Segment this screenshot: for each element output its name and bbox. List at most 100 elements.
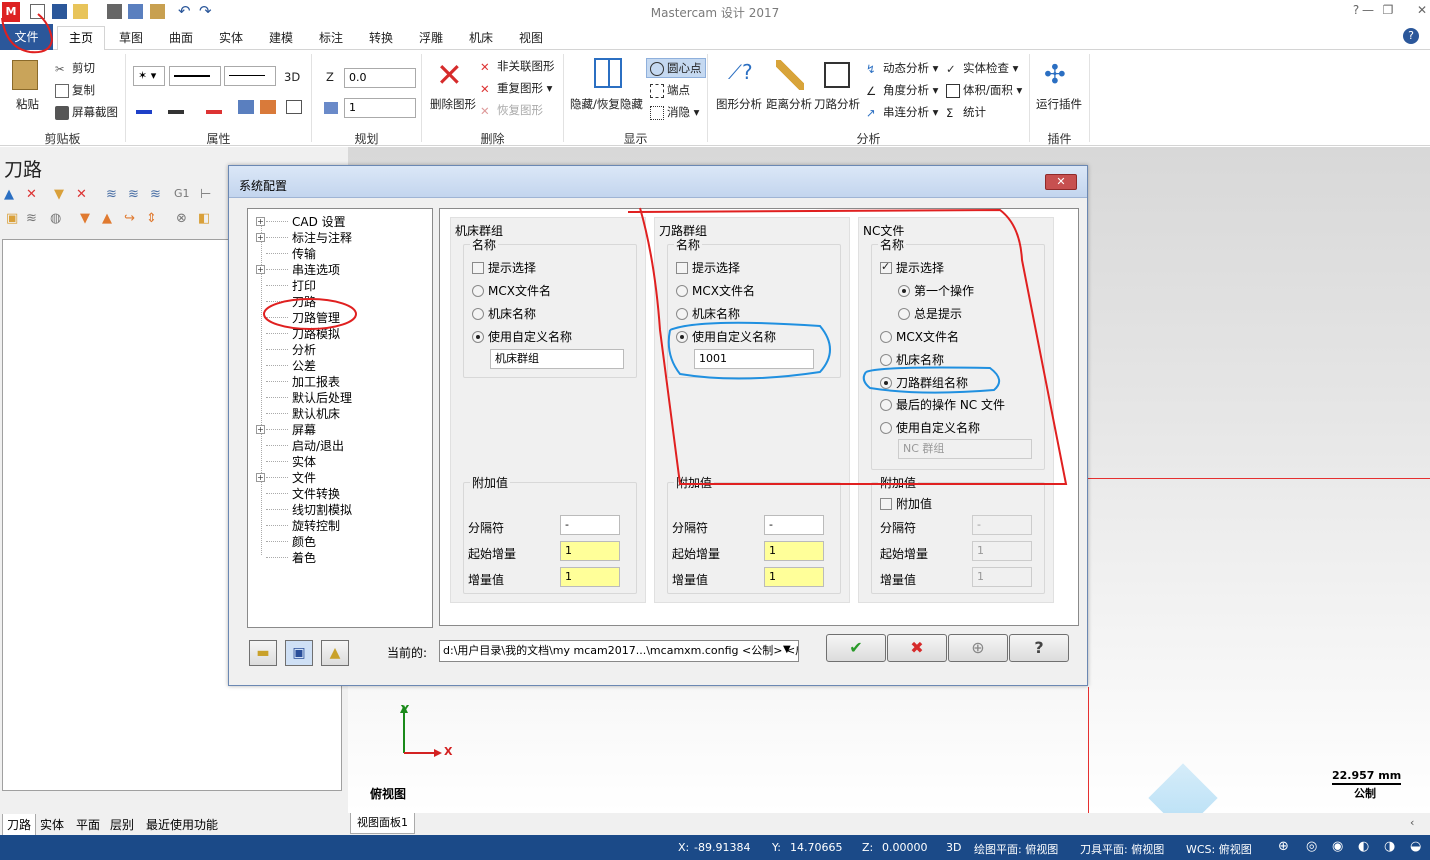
toolpath-prompt-checkbox[interactable]: 提示选择 [676, 259, 740, 276]
nc-machine-radio[interactable]: 机床名称 [880, 351, 944, 368]
tree-item[interactable]: 着色 [292, 549, 316, 566]
tree-item[interactable]: 默认后处理 [292, 389, 352, 406]
distance-analysis-button[interactable]: 距离分析 [766, 96, 812, 112]
tab-surface[interactable]: 曲面 [160, 28, 202, 50]
wireframe-icon[interactable]: ◎ [1306, 839, 1317, 854]
dialog-title-bar[interactable]: 系统配置 ✕ [229, 166, 1087, 198]
unassociated-button[interactable]: ✕ 非关联图形 [480, 58, 555, 74]
dropdown-arrow-icon[interactable]: ▼ [783, 644, 791, 655]
cancel-button[interactable]: ✖ [887, 634, 947, 662]
machine-custom-input[interactable]: 机床群组 [490, 349, 624, 369]
line-width-select[interactable] [224, 66, 276, 86]
tree-item[interactable]: 旋转控制 [292, 517, 340, 534]
tab-dimension[interactable]: 标注 [310, 28, 352, 50]
level-input[interactable]: 1 [344, 98, 416, 118]
backplot-icon[interactable]: ≋ [106, 187, 117, 202]
tree-item[interactable]: 打印 [292, 277, 316, 294]
tree-expand-icon[interactable]: + [256, 265, 265, 274]
nc-addon-checkbox[interactable]: 附加值 [880, 495, 932, 512]
regenerate-icon[interactable]: ▼ [54, 187, 64, 202]
post-g1-icon[interactable]: G1 [174, 187, 190, 200]
panel-tab-recent[interactable]: 最近使用功能 [146, 816, 218, 833]
current-config-select[interactable]: d:\用户目录\我的文档\my mcam2017...\mcamxm.confi… [439, 640, 799, 662]
statistics-button[interactable]: Σ 统计 [946, 104, 986, 120]
tab-sketch[interactable]: 草图 [110, 28, 152, 50]
tree-item[interactable]: 实体 [292, 453, 316, 470]
attributes-manager-icon[interactable] [286, 100, 302, 114]
angle-analysis-button[interactable]: ∠ 角度分析 ▾ [866, 82, 938, 98]
fill-color-icon[interactable] [168, 100, 184, 114]
color-icon[interactable] [136, 100, 152, 114]
tree-item[interactable]: CAD 设置 [292, 213, 346, 230]
tree-item[interactable]: 线切割模拟 [292, 501, 352, 518]
endpoints-button[interactable]: 端点 [650, 82, 690, 98]
nc-mcx-radio[interactable]: MCX文件名 [880, 328, 959, 345]
tab-model[interactable]: 建模 [260, 28, 302, 50]
machine-mcx-radio[interactable]: MCX文件名 [472, 282, 551, 299]
nc-last-op-radio[interactable]: 最后的操作 NC 文件 [880, 396, 1005, 413]
z-depth-input[interactable]: 0.0 [344, 68, 416, 88]
mode-3d-toggle[interactable]: 3D [284, 70, 300, 84]
tree-item[interactable]: 屏幕 [292, 421, 316, 438]
translucent-icon[interactable]: ◐ [1358, 839, 1369, 854]
tree-item[interactable]: 加工报表 [292, 373, 340, 390]
toolpath-mcx-radio[interactable]: MCX文件名 [676, 282, 755, 299]
tab-view[interactable]: 视图 [510, 28, 552, 50]
center-point-button[interactable]: 圆心点 [646, 58, 706, 78]
collapse-all-icon[interactable]: ◧ [198, 211, 210, 226]
select-all-icon[interactable]: ▲ [4, 187, 14, 202]
help-icon[interactable]: ? [1403, 28, 1419, 44]
merge-config-button[interactable]: ▲ [321, 640, 349, 666]
restore-button[interactable]: ❐ [1378, 3, 1398, 17]
regen-dirty-icon[interactable]: ✕ [76, 187, 87, 202]
tree-item[interactable]: 串连选项 [292, 261, 340, 278]
move-down-icon[interactable]: ▼ [80, 211, 90, 226]
dialog-help-button[interactable]: ? [1009, 634, 1069, 662]
shaded-icon[interactable]: ◉ [1332, 839, 1343, 854]
globe-icon[interactable]: ⊕ [1278, 839, 1289, 854]
toolpath-start-input[interactable]: 1 [764, 541, 824, 561]
panel-tab-levels[interactable]: 层别 [110, 816, 134, 833]
save-config-button[interactable]: ▣ [285, 640, 313, 666]
distance-ruler-icon[interactable] [776, 60, 804, 90]
tree-item[interactable]: 刀路模拟 [292, 325, 340, 342]
tree-item[interactable]: 标注与注释 [292, 229, 352, 246]
toggle-post-icon[interactable]: ◍ [50, 211, 61, 226]
machine-start-input[interactable]: 1 [560, 541, 620, 561]
paste-button[interactable]: 粘贴 [16, 96, 39, 112]
tree-item[interactable]: 传输 [292, 245, 316, 262]
run-addin-button[interactable]: 运行插件 [1036, 96, 1082, 112]
edges-icon[interactable]: ◒ [1410, 839, 1421, 854]
apply-button[interactable]: ⊕ [948, 634, 1008, 662]
tree-item[interactable]: 刀路管理 [292, 309, 340, 326]
chain-analysis-button[interactable]: ↗ 串连分析 ▾ [866, 104, 938, 120]
dialog-close-button[interactable]: ✕ [1045, 174, 1077, 190]
move-up-icon[interactable]: ▲ [102, 211, 112, 226]
entity-analysis-icon[interactable]: ⟋? [728, 60, 756, 90]
panel-tab-toolpaths[interactable]: 刀路 [2, 814, 37, 836]
tree-item[interactable]: 文件 [292, 469, 316, 486]
delete-x-icon[interactable]: ✕ [436, 56, 463, 94]
tab-transform[interactable]: 转换 [360, 28, 402, 50]
entity-analysis-button[interactable]: 图形分析 [716, 96, 762, 112]
cplane-status[interactable]: 绘图平面: 俯视图 [974, 841, 1058, 857]
volume-area-button[interactable]: 体积/面积 ▾ [946, 82, 1022, 98]
duplicate-button[interactable]: ✕ 重复图形 ▾ [480, 80, 552, 96]
machine-custom-radio[interactable]: 使用自定义名称 [472, 328, 572, 345]
mode-3d-status[interactable]: 3D [946, 841, 961, 854]
toolpath-analysis-button[interactable]: 刀路分析 [814, 96, 860, 112]
paste-icon[interactable] [12, 60, 38, 90]
set-attributes-icon[interactable] [238, 100, 254, 114]
hide-restore-icon[interactable] [594, 58, 622, 88]
expand-all-icon[interactable]: ⊗ [176, 211, 187, 226]
machine-prompt-checkbox[interactable]: 提示选择 [472, 259, 536, 276]
tab-machine[interactable]: 机床 [460, 28, 502, 50]
nc-first-op-radio[interactable]: 第一个操作 [898, 282, 974, 299]
tab-relief[interactable]: 浮雕 [410, 28, 452, 50]
insert-arrow-icon[interactable]: ↪ [124, 211, 135, 226]
tree-item[interactable]: 文件转换 [292, 485, 340, 502]
minimize-button[interactable]: — [1358, 3, 1378, 17]
tree-item[interactable]: 公差 [292, 357, 316, 374]
tree-expand-icon[interactable]: + [256, 233, 265, 242]
nc-always-radio[interactable]: 总是提示 [898, 305, 962, 322]
